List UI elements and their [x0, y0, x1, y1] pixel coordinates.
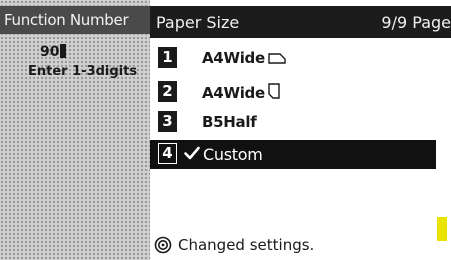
function-number-hint: Enter 1-3digits: [28, 64, 138, 79]
paper-size-title: Paper Size: [156, 13, 240, 32]
function-number-input[interactable]: 90: [40, 44, 67, 60]
menu-item-label-wrap: Custom: [184, 145, 263, 164]
function-number-value: 90: [40, 44, 60, 60]
function-number-panel: Function Number 90 Enter 1-3digits: [0, 0, 150, 260]
portrait-page-icon: [268, 83, 280, 103]
menu-item-a4wide-landscape[interactable]: 1 A4Wide: [150, 44, 436, 72]
menu-item-number: 3: [158, 111, 177, 132]
printer-panel-screen: Function Number 90 Enter 1-3digits Paper…: [0, 0, 451, 260]
status-message: Changed settings.: [178, 236, 315, 254]
menu-item-custom[interactable]: 4 Custom: [150, 140, 436, 169]
function-number-title: Function Number: [4, 11, 129, 29]
page-indicator: 9/9 Page: [381, 13, 451, 32]
menu-item-label-wrap: A4Wide: [202, 49, 286, 68]
menu-item-label: A4Wide: [202, 84, 265, 102]
menu-item-number: 2: [158, 81, 177, 102]
menu-item-b5half[interactable]: 3 B5Half: [150, 108, 436, 136]
function-number-header: Function Number: [0, 6, 150, 34]
menu-item-label-wrap: A4Wide: [202, 83, 280, 103]
paper-size-header: Paper Size 9/9 Page: [150, 6, 451, 38]
scrollbar[interactable]: [437, 40, 447, 258]
paper-size-panel: Paper Size 9/9 Page 1 A4Wide 2 A4Wide 3 …: [150, 0, 451, 260]
menu-item-label: A4Wide: [202, 49, 265, 67]
landscape-page-icon: [268, 50, 286, 68]
menu-item-number: 4: [158, 143, 177, 164]
menu-item-number: 1: [158, 47, 177, 68]
menu-item-label: B5Half: [202, 113, 257, 131]
changed-settings-icon: [154, 236, 172, 258]
text-cursor-icon: [60, 44, 67, 58]
menu-item-a4wide-portrait[interactable]: 2 A4Wide: [150, 78, 436, 106]
scrollbar-thumb[interactable]: [437, 217, 447, 241]
checkmark-icon: [184, 145, 200, 164]
menu-item-label: Custom: [203, 145, 263, 164]
